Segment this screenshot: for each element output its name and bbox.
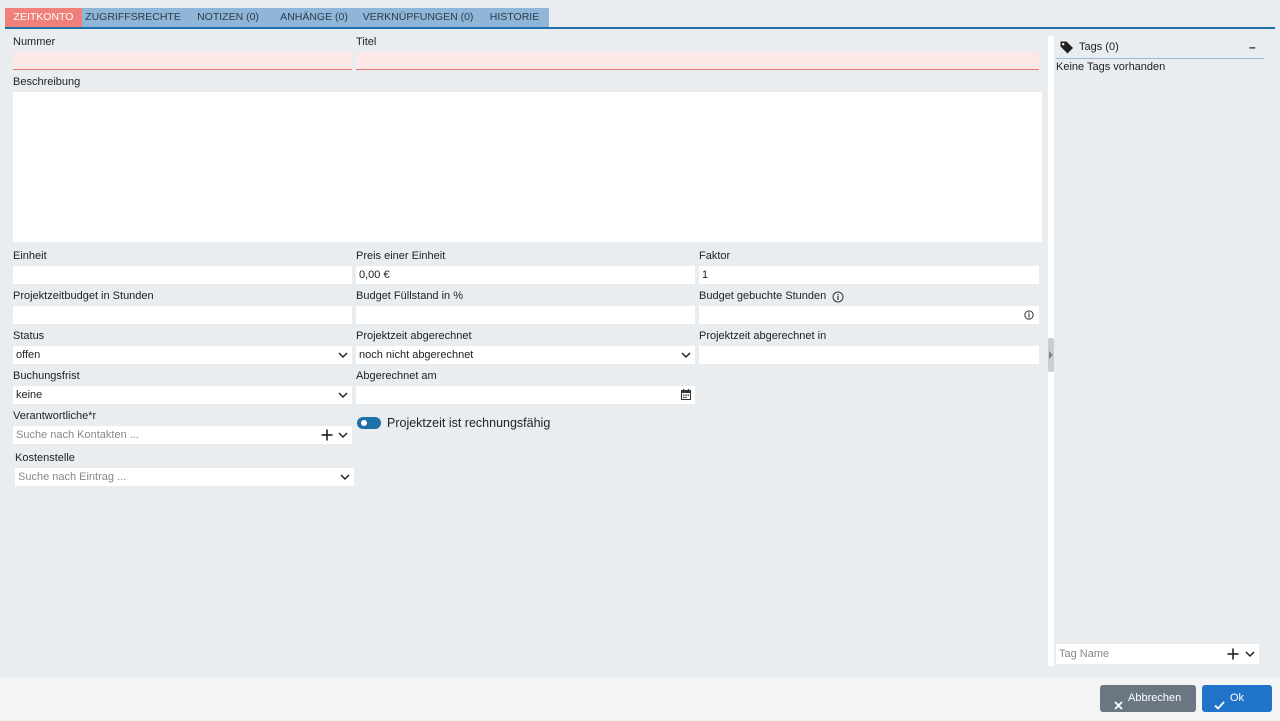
einheit-label: Einheit: [13, 250, 47, 262]
tags-empty-text: Keine Tags vorhanden: [1056, 61, 1166, 73]
abgerechnet-am-input[interactable]: [356, 386, 695, 404]
tab-zugriffsrechte[interactable]: Zugriffsrechte: [82, 8, 184, 27]
tab-historie[interactable]: Historie: [480, 8, 549, 27]
collapse-button[interactable]: –: [1249, 40, 1256, 54]
tag-icon: [1060, 41, 1074, 54]
einheit-input[interactable]: [13, 266, 352, 284]
chevron-down-icon: [338, 346, 348, 364]
titel-label: Titel: [356, 36, 377, 48]
info-icon[interactable]: [832, 291, 844, 303]
tags-title: Tags (0): [1079, 41, 1119, 53]
budget-stunden-label: Projektzeitbudget in Stunden: [13, 290, 154, 302]
tag-name-combobox[interactable]: [1056, 644, 1259, 664]
toggle-knob: [361, 420, 367, 426]
preis-input[interactable]: [356, 266, 695, 284]
rechnungsfaehig-label: Projektzeit ist rechnungsfähig: [387, 416, 551, 430]
status-select[interactable]: offen: [13, 346, 352, 364]
chevron-right-icon: [1049, 351, 1053, 359]
chevron-down-icon[interactable]: [1245, 645, 1255, 663]
ok-label: Ok: [1230, 692, 1245, 704]
nummer-label: Nummer: [13, 36, 56, 48]
bottom-toolbar: [0, 677, 1280, 720]
abgerechnet-in-input[interactable]: [699, 346, 1039, 364]
verantwortlich-combobox[interactable]: Suche nach Kontakten ...: [13, 426, 352, 444]
chevron-down-icon: [338, 386, 348, 404]
tab-notizen[interactable]: Notizen (0): [184, 8, 272, 27]
plus-icon[interactable]: [321, 429, 333, 441]
chevron-down-icon[interactable]: [338, 426, 348, 444]
kostenstelle-label: Kostenstelle: [15, 452, 75, 464]
tab-zeitkonto[interactable]: Zeitkonto: [5, 8, 82, 27]
verantwortlich-placeholder: Suche nach Kontakten ...: [16, 429, 139, 441]
gebuchte-stunden-input[interactable]: [699, 306, 1039, 324]
chevron-down-icon: [681, 346, 691, 364]
beschreibung-textarea[interactable]: [13, 92, 1042, 242]
nummer-input[interactable]: [13, 52, 352, 70]
buchungsfrist-label: Buchungsfrist: [13, 370, 80, 382]
kostenstelle-combobox[interactable]: Suche nach Eintrag ...: [15, 468, 354, 486]
ok-button[interactable]: Ok: [1202, 685, 1272, 712]
tab-bar: Zeitkonto Zugriffsrechte Notizen (0) Anh…: [5, 7, 1275, 29]
preis-label: Preis einer Einheit: [356, 250, 446, 262]
check-icon: [1214, 694, 1225, 721]
calendar-icon[interactable]: [681, 389, 691, 400]
fuellstand-input[interactable]: [356, 306, 695, 324]
cancel-button[interactable]: Abbrechen: [1100, 685, 1196, 712]
cancel-label: Abbrechen: [1128, 692, 1182, 704]
plus-icon[interactable]: [1227, 648, 1239, 660]
buchungsfrist-value: keine: [16, 389, 43, 401]
close-icon: [1114, 694, 1123, 721]
budget-stunden-input[interactable]: [13, 306, 352, 324]
kostenstelle-placeholder: Suche nach Eintrag ...: [18, 471, 127, 483]
tags-header[interactable]: Tags (0) –: [1056, 38, 1264, 59]
buchungsfrist-select[interactable]: keine: [13, 386, 352, 404]
faktor-input[interactable]: [699, 266, 1039, 284]
abgerechnet-value: noch nicht abgerechnet: [359, 349, 474, 361]
faktor-label: Faktor: [699, 250, 731, 262]
info-icon: [1024, 310, 1034, 320]
tab-anhaenge[interactable]: Anhänge (0): [272, 8, 356, 27]
tag-name-input[interactable]: [1056, 645, 1221, 663]
abgerechnet-in-label: Projektzeit abgerechnet in: [699, 330, 827, 342]
gebuchte-stunden-label: Budget gebuchte Stunden: [699, 290, 827, 302]
fuellstand-label: Budget Füllstand in %: [356, 290, 464, 302]
abgerechnet-select[interactable]: noch nicht abgerechnet: [356, 346, 695, 364]
verantwortlich-label: Verantwortliche*r: [13, 410, 97, 422]
abgerechnet-am-label: Abgerechnet am: [356, 370, 437, 382]
beschreibung-label: Beschreibung: [13, 76, 81, 88]
status-label: Status: [13, 330, 45, 342]
abgerechnet-label: Projektzeit abgerechnet: [356, 330, 472, 342]
status-value: offen: [16, 349, 41, 361]
splitter-handle[interactable]: [1048, 338, 1054, 372]
tab-verknuepfungen[interactable]: Verknüpfungen (0): [356, 8, 480, 27]
titel-input[interactable]: [356, 52, 1039, 70]
panel-splitter[interactable]: [1048, 36, 1054, 666]
rechnungsfaehig-toggle[interactable]: [357, 417, 381, 429]
chevron-down-icon[interactable]: [340, 468, 350, 486]
